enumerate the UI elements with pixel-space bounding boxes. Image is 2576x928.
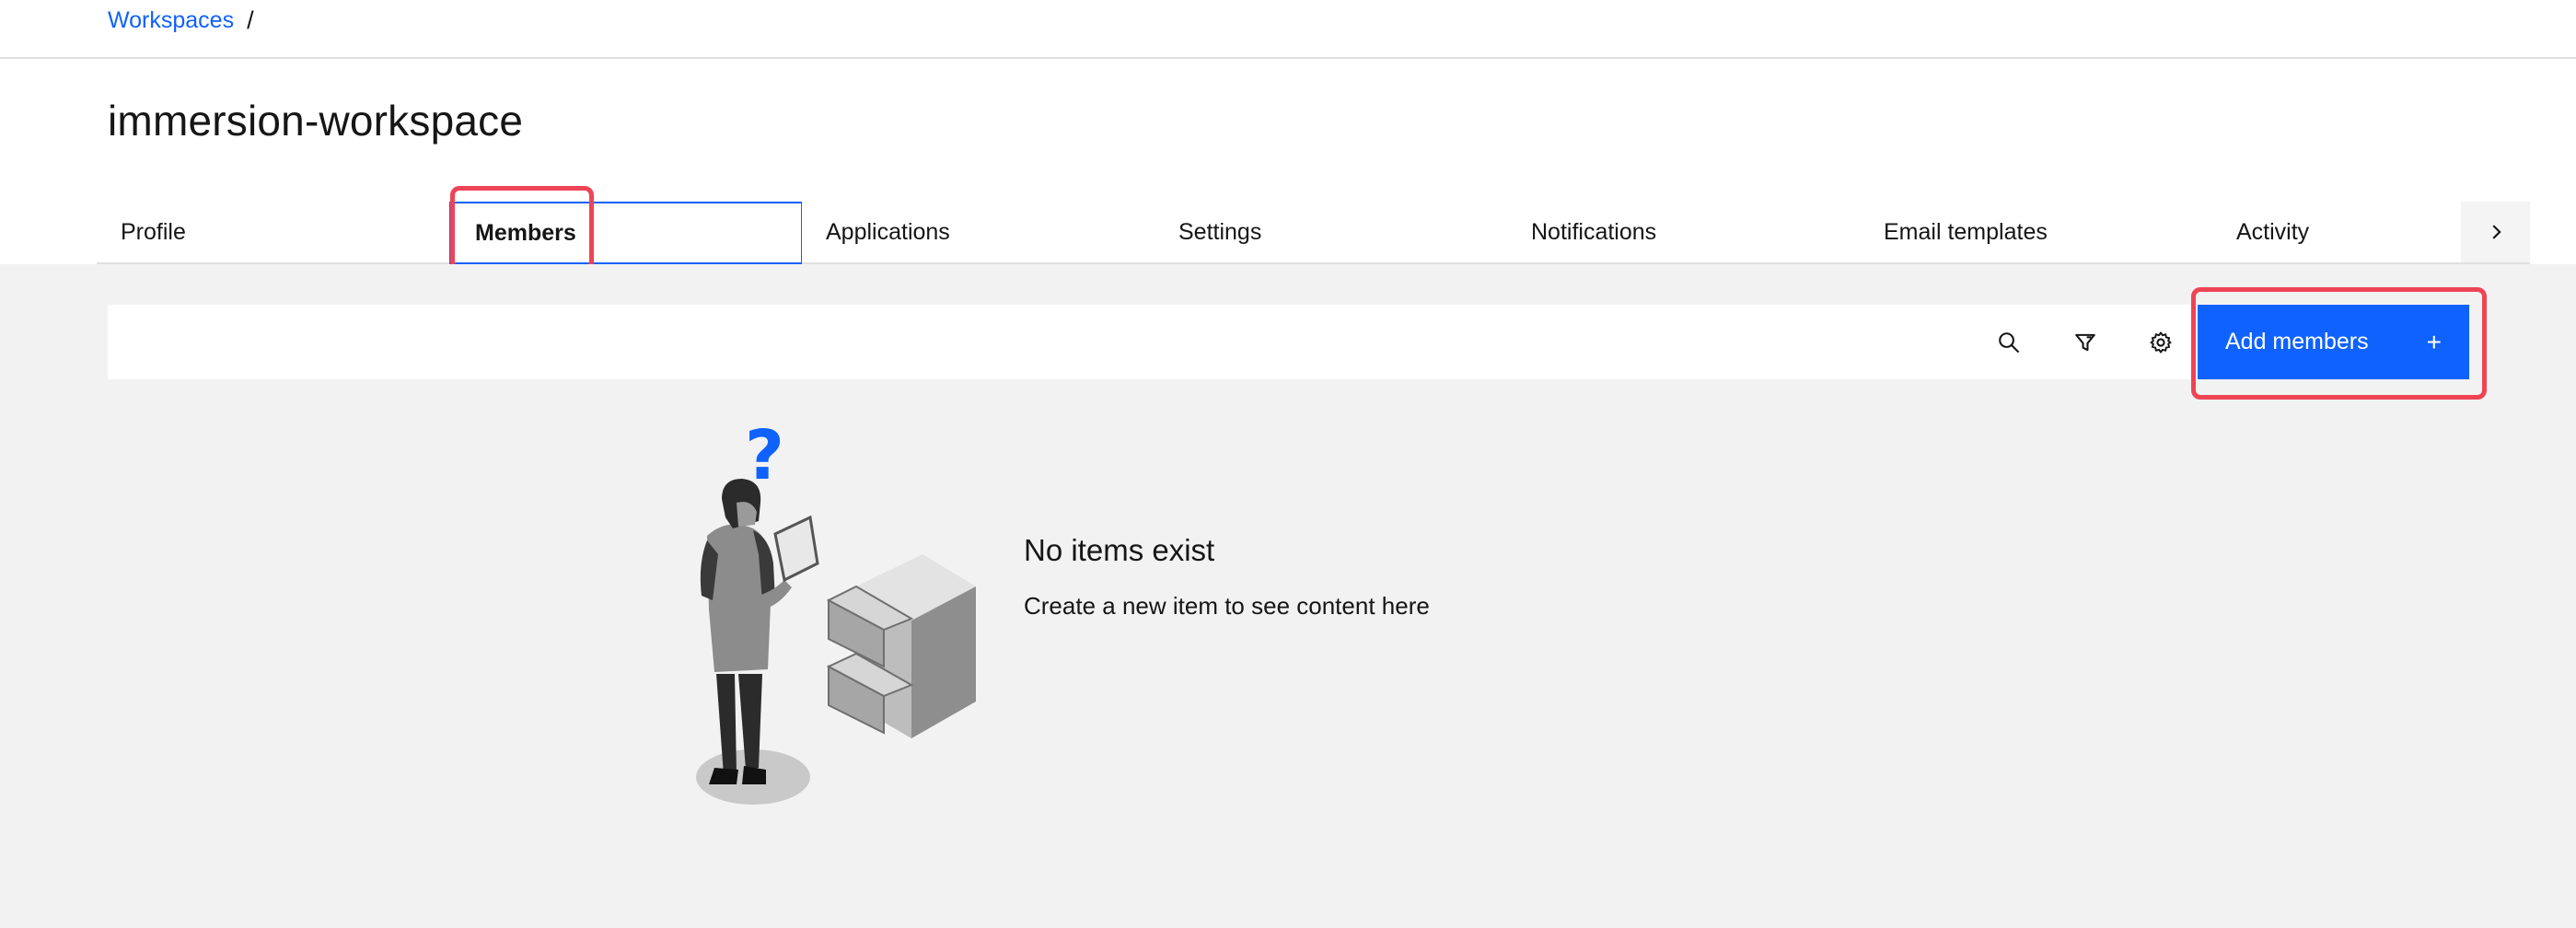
breadcrumb: Workspaces / <box>108 6 254 35</box>
search-icon <box>1999 331 2020 353</box>
plus-icon: + <box>2426 327 2442 356</box>
tab-profile[interactable]: Profile <box>97 202 450 264</box>
tab-members[interactable]: Members <box>449 202 803 264</box>
tab-settings[interactable]: Settings <box>1155 202 1508 264</box>
filter-icon <box>2075 333 2095 351</box>
tab-applications[interactable]: Applications <box>802 202 1155 264</box>
tab-scroll-right-button[interactable] <box>2461 202 2530 264</box>
breadcrumb-workspaces-link[interactable]: Workspaces <box>108 7 234 34</box>
settings-icon <box>2150 331 2172 354</box>
add-members-label: Add members <box>2225 329 2369 354</box>
search-button[interactable] <box>1972 305 2046 379</box>
page-title: immersion-workspace <box>108 97 524 145</box>
empty-state-description: Create a new item to see content here <box>1024 592 1430 620</box>
tab-activity[interactable]: Activity <box>2212 202 2461 264</box>
header-divider <box>0 57 2576 59</box>
tab-list: Profile Members Applications Settings No… <box>97 202 2463 264</box>
table-toolbar: Add members + <box>108 305 2469 379</box>
content-area: Add members + ? No items exist Create a … <box>0 264 2576 928</box>
chevron-right-icon <box>2491 225 2501 239</box>
tab-email-templates[interactable]: Email templates <box>1860 202 2213 264</box>
empty-state-title: No items exist <box>1024 533 1215 567</box>
filter-button[interactable] <box>2048 305 2122 379</box>
table-settings-button[interactable] <box>2124 305 2198 379</box>
add-members-button[interactable]: Add members + <box>2198 305 2469 379</box>
empty-state-illustration: ? <box>696 425 976 805</box>
breadcrumb-separator: / <box>247 6 254 34</box>
tab-notifications[interactable]: Notifications <box>1507 202 1861 264</box>
